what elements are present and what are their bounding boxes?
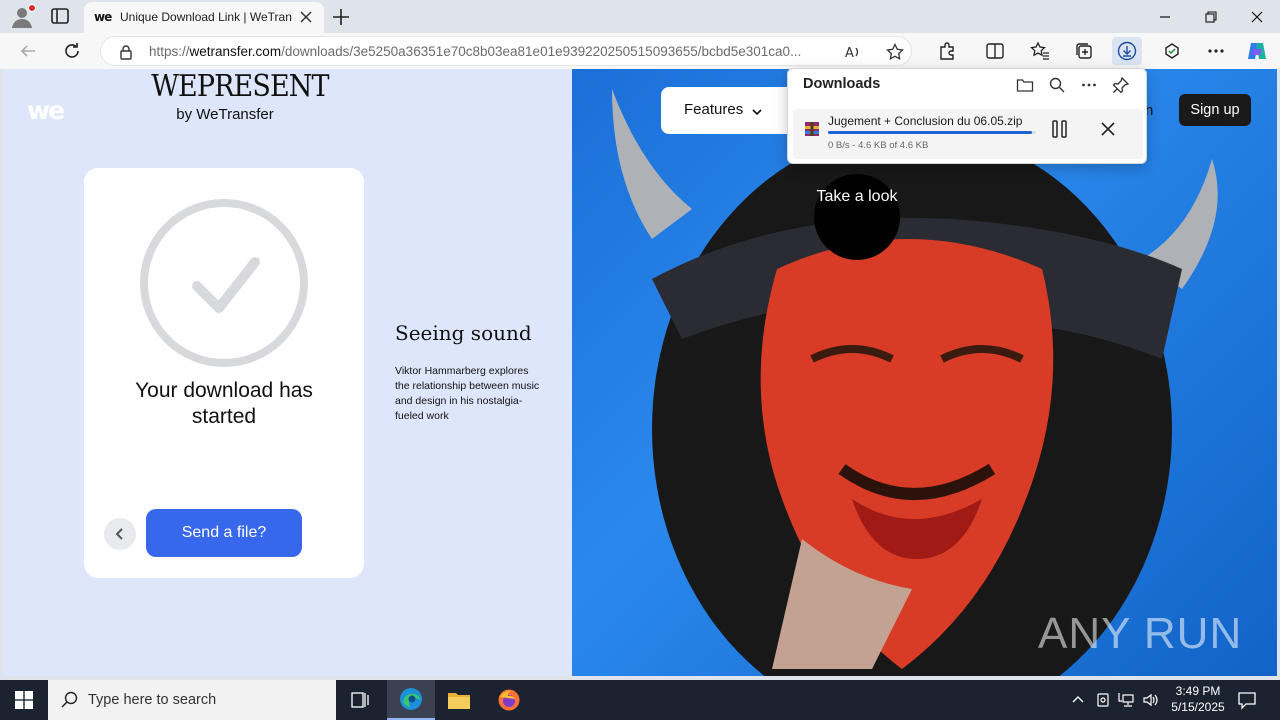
notifications-icon[interactable] [1236, 689, 1258, 711]
clock-date: 5/15/2025 [1171, 700, 1225, 714]
open-folder-icon[interactable] [1014, 74, 1036, 96]
close-tab-icon[interactable] [296, 7, 316, 27]
close-window-icon[interactable] [1234, 0, 1280, 33]
search-downloads-icon[interactable] [1046, 74, 1068, 96]
browser-toolbar: https://wetransfer.com/downloads/3e5250a… [0, 33, 1280, 69]
collections-icon[interactable] [1072, 39, 1096, 63]
chevron-left-icon [115, 528, 123, 540]
take-a-look-button[interactable]: Take a look [814, 174, 900, 260]
extensions-icon[interactable] [935, 39, 959, 63]
url-text[interactable]: https://wetransfer.com/downloads/3e5250a… [149, 44, 839, 59]
taskbar-search-input[interactable]: Type here to search [48, 680, 336, 720]
more-options-icon[interactable] [1078, 74, 1100, 96]
copilot-icon[interactable] [1245, 39, 1269, 63]
task-view-icon[interactable] [336, 680, 384, 720]
downloads-panel: Downloads Jugement + Conclusion du 06.05… [787, 68, 1147, 164]
download-started-title: Your download has started [135, 379, 313, 428]
read-aloud-icon[interactable]: A [841, 40, 865, 64]
features-label[interactable]: Features [684, 101, 743, 118]
taskbar-clock[interactable]: 3:49 PM 5/15/2025 [1162, 683, 1234, 715]
cancel-download-icon[interactable] [1096, 117, 1120, 141]
download-progress-bar [828, 131, 1036, 134]
back-button[interactable] [104, 518, 136, 550]
downloads-header: Downloads [803, 76, 881, 92]
address-bar[interactable]: https://wetransfer.com/downloads/3e5250a… [100, 36, 912, 66]
download-card: Your download has started Send a file? [84, 168, 364, 578]
lock-icon[interactable] [119, 44, 133, 60]
favorite-star-icon[interactable] [883, 40, 907, 64]
zip-archive-icon [804, 121, 820, 137]
back-arrow-icon[interactable] [15, 38, 41, 64]
svg-text:A: A [845, 46, 854, 61]
pin-icon[interactable] [1110, 74, 1132, 96]
tab-active[interactable]: we Unique Download Link | WeTransfer [84, 2, 324, 33]
chevron-down-icon [752, 109, 762, 116]
edge-browser-icon[interactable] [387, 680, 435, 720]
wepresent-subtitle: by WeTransfer [176, 106, 274, 123]
wepresent-logo[interactable]: WEPRESENT by WeTransfer [143, 69, 329, 123]
download-progress-fill [828, 131, 1032, 134]
tab-title: Unique Download Link | WeTransfer [120, 10, 292, 24]
favorites-icon[interactable] [1028, 39, 1052, 63]
download-filename[interactable]: Jugement + Conclusion du 06.05.zip [828, 114, 1022, 128]
features-nav[interactable]: Features [661, 87, 801, 134]
minimize-icon[interactable] [1142, 0, 1188, 33]
send-file-button[interactable]: Send a file? [146, 509, 302, 557]
start-windows-icon[interactable] [0, 680, 48, 720]
volume-icon[interactable] [1141, 690, 1161, 710]
search-icon [60, 690, 80, 710]
article-title[interactable]: Seeing sound [395, 321, 532, 345]
article-description: Viktor Hammarberg explores the relations… [395, 365, 540, 422]
restore-icon[interactable] [1188, 0, 1234, 33]
device-icon[interactable] [1093, 690, 1113, 710]
search-placeholder: Type here to search [88, 692, 217, 708]
new-tab-icon[interactable] [330, 6, 352, 28]
profile-avatar-icon[interactable] [10, 4, 36, 29]
wepresent-title: WEPRESENT [151, 69, 329, 104]
clock-time: 3:49 PM [1175, 684, 1221, 698]
downloads-icon[interactable] [1112, 37, 1142, 65]
file-explorer-icon[interactable] [435, 680, 483, 720]
wetransfer-favicon-icon: we [94, 10, 112, 24]
tab-actions-icon[interactable] [50, 6, 70, 26]
browser-titlebar: we Unique Download Link | WeTransfer [0, 0, 1280, 33]
download-status: 0 B/s - 4.6 KB of 4.6 KB [828, 140, 929, 151]
pause-icon[interactable] [1048, 117, 1072, 141]
wetransfer-logo[interactable]: we [27, 96, 65, 125]
download-item[interactable]: Jugement + Conclusion du 06.05.zip 0 B/s… [793, 109, 1143, 159]
refresh-icon[interactable] [59, 38, 85, 64]
network-icon[interactable] [1117, 690, 1137, 710]
checkmark-icon [139, 198, 309, 368]
windows-taskbar: Type here to search 3:49 PM 5/15/2025 [0, 680, 1280, 720]
firefox-icon[interactable] [485, 680, 533, 720]
show-hidden-icons-icon[interactable] [1068, 690, 1088, 710]
anyrun-watermark: ANY RUN [1038, 609, 1243, 658]
split-screen-icon[interactable] [983, 39, 1007, 63]
browser-essentials-icon[interactable] [1160, 39, 1184, 63]
settings-more-icon[interactable] [1204, 39, 1228, 63]
sign-up-button[interactable]: Sign up [1179, 94, 1251, 126]
